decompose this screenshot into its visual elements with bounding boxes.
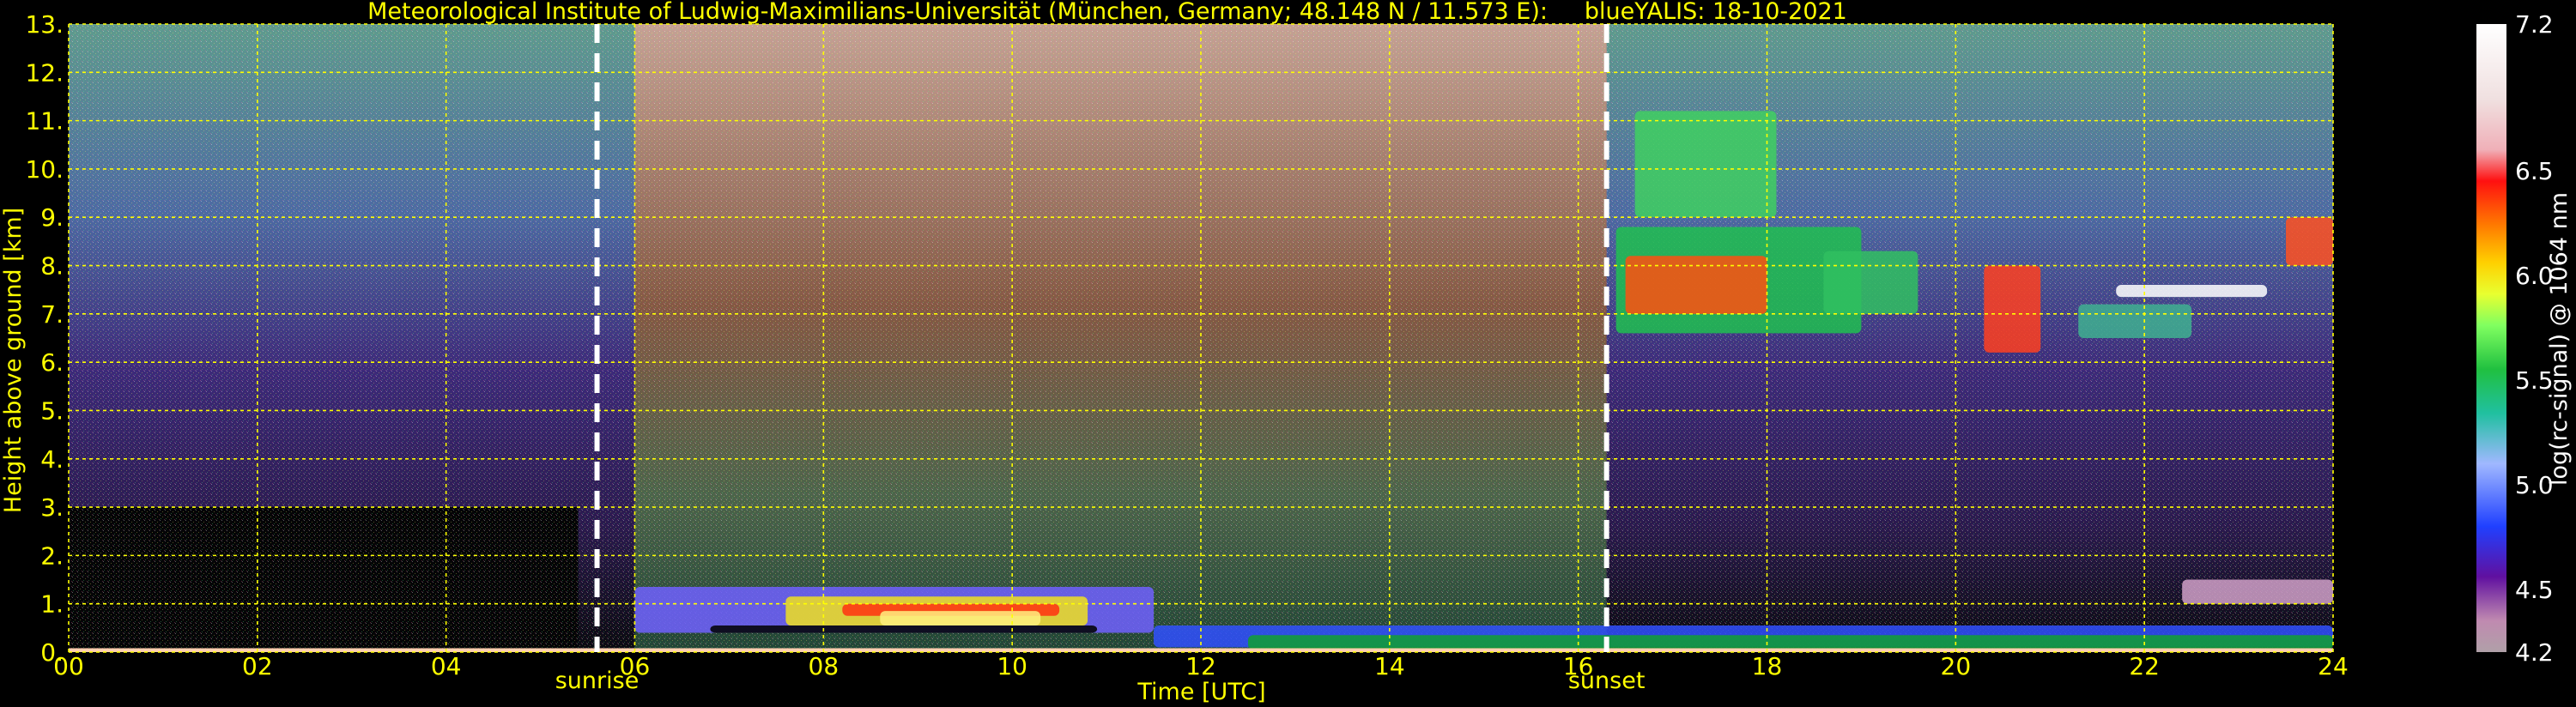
colorbar (2476, 24, 2506, 652)
colorbar-tick-label: 7.2 (2515, 10, 2554, 39)
x-tick-label: 10 (997, 652, 1027, 680)
cloud-edge-right (2286, 217, 2333, 266)
x-tick-label: 14 (1374, 652, 1405, 680)
y-tick-label: 5. (40, 396, 64, 425)
y-tick-label: 13. (25, 10, 64, 39)
x-tick-label: 20 (1941, 652, 1972, 680)
cirrus-cloud-upper (1634, 111, 1777, 218)
x-tick-label: 04 (431, 652, 462, 680)
colorbar-label: log(rc-signal) @ 1064 nm (2546, 192, 2573, 486)
y-tick-label: 12. (25, 58, 64, 87)
y-tick-label: 7. (40, 300, 64, 329)
y-tick-labels: 0. 1. 2. 3. 4. 5. 6. 7. 8. 9. 10. 11. 12. 13. (25, 10, 64, 667)
lidar-chart: sunrise sunset 00 02 04 06 08 10 12 14 16 18 20 22 24… (0, 0, 2573, 705)
y-tick-label: 1. (40, 590, 64, 619)
colorbar-tick-label: 4.2 (2515, 638, 2554, 667)
y-tick-label: 6. (40, 348, 64, 377)
cirrus-patch-red (1984, 265, 2041, 353)
x-tick-label: 06 (620, 652, 651, 680)
y-tick-label: 0. (40, 638, 64, 667)
y-tick-label: 4. (40, 445, 64, 474)
x-tick-labels: 00 02 04 06 08 10 12 14 16 18 20 22 24 (53, 652, 2349, 680)
residual-layer-pink (2182, 579, 2333, 604)
y-tick-label: 8. (40, 252, 64, 281)
colorbar-tick-label: 4.5 (2515, 576, 2554, 604)
overlap-dark-band (710, 625, 1098, 633)
x-tick-label: 22 (2129, 652, 2160, 680)
y-tick-label: 11. (25, 107, 64, 136)
y-tick-label: 10. (25, 155, 64, 184)
x-tick-label: 24 (2318, 652, 2349, 680)
boundary-layer-green (1247, 635, 2333, 650)
colorbar-tick-label: 6.5 (2515, 157, 2554, 185)
thin-cloud-teal (2078, 304, 2192, 338)
chart-title: Meteorological Institute of Ludwig-Maxim… (367, 0, 1847, 25)
x-axis-label: Time [UTC] (1136, 679, 1265, 705)
thin-cloud-white (2116, 285, 2268, 298)
y-tick-label: 2. (40, 541, 64, 570)
x-tick-label: 02 (242, 652, 273, 680)
cirrus-patch-green (1823, 251, 1918, 314)
y-axis-label: Height above ground [km] (0, 208, 27, 513)
x-tick-label: 08 (809, 652, 839, 680)
x-tick-label: 18 (1752, 652, 1783, 680)
x-tick-label: 16 (1563, 652, 1594, 680)
x-tick-label: 12 (1185, 652, 1216, 680)
y-tick-label: 9. (40, 203, 64, 232)
cirrus-cloud-red (1625, 256, 1767, 314)
y-tick-label: 3. (40, 493, 64, 522)
aerosol-core (880, 611, 1041, 626)
